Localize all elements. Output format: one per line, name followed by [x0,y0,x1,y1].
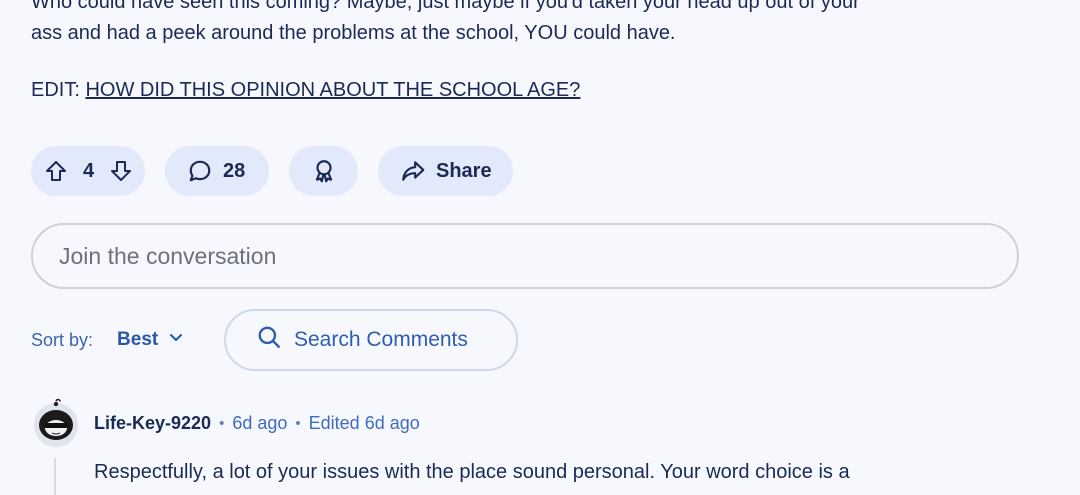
separator-dot: • [219,415,225,432]
share-label: Share [436,159,492,182]
comment-count: 28 [223,159,246,182]
comment-icon [187,158,213,184]
downvote-icon[interactable] [109,159,133,183]
sort-dropdown[interactable]: Best [117,329,184,351]
comment-time: 6d ago [232,413,288,433]
search-icon [256,324,282,356]
post-edit: EDIT: HOW DID THIS OPINION ABOUT THE SCH… [31,75,1041,106]
vote-count: 4 [82,159,95,182]
award-icon [311,158,337,184]
vote-control: 4 [31,146,145,196]
comment-edited: Edited 6d ago [308,413,420,433]
search-label: Search Comments [294,328,468,351]
post-body: Who could have seen this coming? Maybe, … [31,0,1041,106]
chevron-down-icon [168,329,184,351]
sort-row: Sort by: Best Search Comments [31,309,518,371]
edit-link[interactable]: HOW DID THIS OPINION ABOUT THE SCHOOL AG… [85,79,580,101]
separator-dot: • [295,415,301,432]
search-comments-button[interactable]: Search Comments [224,309,518,371]
comment-text: Respectfully, a lot of your issues with … [94,461,850,483]
comment-meta: Life-Key-9220 • 6d ago • Edited 6d ago [94,413,420,434]
avatar[interactable] [31,398,81,448]
join-conversation-input[interactable]: Join the conversation [31,223,1019,289]
thread-line[interactable] [54,458,56,495]
comment-author[interactable]: Life-Key-9220 [94,413,211,434]
upvote-icon[interactable] [44,159,68,183]
edit-prefix: EDIT: [31,79,86,101]
share-button[interactable]: Share [378,146,513,196]
post-text-line-1: Who could have seen this coming? Maybe, … [31,0,860,13]
sort-value: Best [117,329,159,350]
sort-label: Sort by: [31,329,94,350]
page: Who could have seen this coming? Maybe, … [0,0,1080,495]
post-text-line-2: ass and had a peek around the problems a… [31,22,676,44]
post-actions: 4 28 Share [31,146,513,196]
comments-button[interactable]: 28 [165,146,269,196]
join-placeholder: Join the conversation [59,242,277,269]
share-icon [400,158,426,184]
award-button[interactable] [289,146,358,196]
